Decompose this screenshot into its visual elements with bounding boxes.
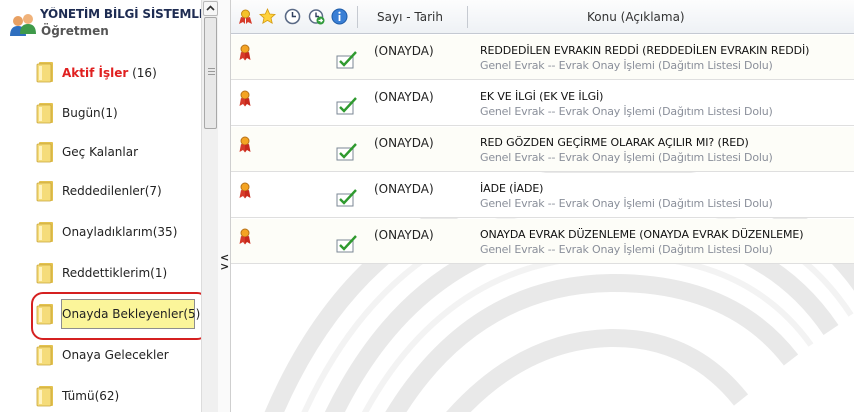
folder-gec-kalanlar[interactable]: Geç Kalanlar xyxy=(0,132,200,172)
collapse-arrows-icon[interactable]: < > xyxy=(220,252,229,272)
document-subject: ONAYDA EVRAK DÜZENLEME (ONAYDA EVRAK DÜZ… xyxy=(480,228,804,241)
folder-label: Aktif İşler xyxy=(62,66,129,80)
approved-check-icon xyxy=(336,97,358,115)
medal-icon xyxy=(239,182,251,199)
document-subject: İADE (İADE) xyxy=(480,182,544,195)
column-header-date[interactable]: Sayı - Tarih xyxy=(377,10,443,24)
scroll-thumb[interactable] xyxy=(204,17,217,129)
medal-icon xyxy=(239,136,251,153)
table-row[interactable]: (ONAYDA) EK VE İLGİ (EK VE İLGİ) Genel E… xyxy=(231,81,854,126)
folder-scrollbar[interactable] xyxy=(201,0,218,412)
medal-icon xyxy=(239,228,251,245)
folder-icon xyxy=(36,385,56,407)
info-icon[interactable] xyxy=(331,8,348,25)
status-text: (ONAYDA) xyxy=(374,182,434,196)
folder-icon xyxy=(36,61,56,83)
folder-onayladiklarim[interactable]: Onayladıklarım(35) xyxy=(0,212,200,252)
chevron-up-icon xyxy=(206,5,215,11)
folder-label: Tümü(62) xyxy=(62,389,120,403)
table-row[interactable]: (ONAYDA) RED GÖZDEN GEÇİRME OLARAK AÇILI… xyxy=(231,127,854,172)
panel-title: YÖNETİM BİLGİ SİSTEMLERİ xyxy=(40,7,202,21)
medal-icon xyxy=(239,44,251,61)
document-detail: Genel Evrak -- Evrak Onay İşlemi (Dağıtı… xyxy=(480,59,773,72)
folder-tumu[interactable]: Tümü(62) xyxy=(0,376,200,412)
folder-label: Bugün(1) xyxy=(62,106,118,120)
approved-check-icon xyxy=(336,51,358,69)
status-text: (ONAYDA) xyxy=(374,228,434,242)
approved-check-icon xyxy=(336,235,358,253)
star-icon[interactable] xyxy=(259,8,276,25)
folder-label: Onaya Gelecekler xyxy=(62,348,169,362)
folder-icon xyxy=(36,102,56,124)
folder-label: Onayladıklarım(35) xyxy=(62,225,178,239)
panel-splitter[interactable]: < > xyxy=(218,0,231,412)
folder-reddettiklerim[interactable]: Reddettiklerim(1) xyxy=(0,253,200,293)
panel-header: YÖNETİM BİLGİ SİSTEMLERİ Öğretmen xyxy=(0,0,202,44)
approved-check-icon xyxy=(336,189,358,207)
status-text: (ONAYDA) xyxy=(374,90,434,104)
status-text: (ONAYDA) xyxy=(374,44,434,58)
table-row[interactable]: (ONAYDA) ONAYDA EVRAK DÜZENLEME (ONAYDA … xyxy=(231,219,854,264)
folder-count: (16) xyxy=(128,66,157,80)
folder-label: Geç Kalanlar xyxy=(62,145,139,159)
folder-icon xyxy=(36,262,56,284)
document-detail: Genel Evrak -- Evrak Onay İşlemi (Dağıtı… xyxy=(480,243,773,256)
folder-panel: YÖNETİM BİLGİ SİSTEMLERİ Öğretmen Aktif … xyxy=(0,0,218,412)
document-detail: Genel Evrak -- Evrak Onay İşlemi (Dağıtı… xyxy=(480,151,773,164)
folder-icon xyxy=(36,180,56,202)
folder-onaya-gelecekler[interactable]: Onaya Gelecekler xyxy=(0,335,200,375)
folder-aktif-isler[interactable]: Aktif İşler (16) xyxy=(0,52,200,92)
user-role: Öğretmen xyxy=(41,24,109,38)
medal-icon[interactable] xyxy=(237,8,254,25)
document-detail: Genel Evrak -- Evrak Onay İşlemi (Dağıtı… xyxy=(480,197,773,210)
document-detail: Genel Evrak -- Evrak Onay İşlemi (Dağıtı… xyxy=(480,105,773,118)
table-header: Sayı - Tarih Konu (Açıklama) xyxy=(231,0,854,34)
document-list-panel: Sayı - Tarih Konu (Açıklama) (ONAYDA) RE… xyxy=(231,0,854,412)
medal-icon xyxy=(239,90,251,107)
scroll-up-button[interactable] xyxy=(203,1,218,16)
folder-label: Reddedilenler(7) xyxy=(62,184,162,198)
clock-icon[interactable] xyxy=(284,8,301,25)
folder-icon xyxy=(36,141,56,163)
clock-arrow-icon[interactable] xyxy=(308,8,325,25)
table-row[interactable]: (ONAYDA) REDDEDİLEN EVRAKIN REDDİ (REDDE… xyxy=(231,35,854,80)
folder-bugun[interactable]: Bugün(1) xyxy=(0,93,200,133)
annotation-circle xyxy=(31,292,209,340)
document-subject: RED GÖZDEN GEÇİRME OLARAK AÇILIR MI? (RE… xyxy=(480,136,749,149)
folder-icon xyxy=(36,221,56,243)
column-header-subject[interactable]: Konu (Açıklama) xyxy=(587,10,685,24)
document-subject: EK VE İLGİ (EK VE İLGİ) xyxy=(480,90,604,103)
approved-check-icon xyxy=(336,143,358,161)
folder-label: Reddettiklerim(1) xyxy=(62,266,168,280)
folder-icon xyxy=(36,344,56,366)
status-text: (ONAYDA) xyxy=(374,136,434,150)
users-icon xyxy=(9,12,37,38)
table-row[interactable]: (ONAYDA) İADE (İADE) Genel Evrak -- Evra… xyxy=(231,173,854,218)
document-subject: REDDEDİLEN EVRAKIN REDDİ (REDDEDİLEN EVR… xyxy=(480,44,810,57)
folder-reddedilenler[interactable]: Reddedilenler(7) xyxy=(0,171,200,211)
